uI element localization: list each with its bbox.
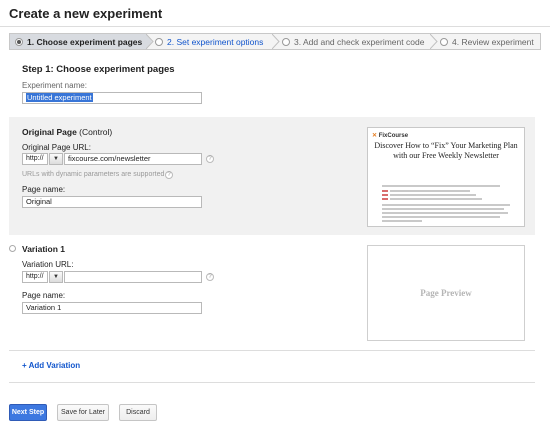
preview-bullet [382,190,388,192]
site-logo: ✕ FixCourse [372,132,408,139]
variation-url-input[interactable] [64,271,202,283]
dynamic-params-hint: URLs with dynamic parameters are support… [22,171,165,178]
experiment-name-value: Untitled experiment [26,93,93,102]
chevron-down-icon: ▼ [53,274,59,280]
help-icon[interactable]: ? [165,171,173,179]
save-for-later-button[interactable]: Save for Later [57,404,109,421]
variation-page-name-label: Page name: [22,291,66,300]
page-title: Create a new experiment [9,6,163,21]
step-choose-pages[interactable]: 1. Choose experiment pages [10,34,147,49]
step-label: 1. Choose experiment pages [27,36,143,47]
discard-button[interactable]: Discard [119,404,157,421]
original-page-name-input[interactable]: Original [22,196,202,208]
section-divider [9,382,535,383]
logo-text: FixCourse [378,133,409,139]
original-url-input[interactable]: fixcourse.com/newsletter [64,153,202,165]
preview-text-line [382,216,500,218]
step-review: 4. Review experiment [440,34,540,49]
variation-protocol-dropdown-button[interactable]: ▼ [49,271,63,283]
logo-icon: ✕ [372,133,378,139]
preview-text-line [382,204,510,206]
step-set-options[interactable]: 2. Set experiment options [155,34,283,49]
preview-text-line [382,220,422,222]
preview-headline: Discover How to “Fix” Your Marketing Pla… [374,141,518,160]
preview-bullet [382,194,388,196]
variation-url-label: Variation URL: [22,260,74,269]
original-page-name-label: Page name: [22,185,66,194]
preview-text-line [390,198,482,200]
variation-page-name-input[interactable]: Variation 1 [22,302,202,314]
preview-text-line [382,185,500,187]
original-page-title: Original Page (Control) [22,127,112,137]
original-page-preview: ✕ FixCourse Discover How to “Fix” Your M… [367,127,525,227]
variation-title: Variation 1 [22,244,65,254]
experiment-name-input[interactable]: Untitled experiment [22,92,202,104]
title-divider [0,26,550,27]
next-step-button[interactable]: Next Step [9,404,47,421]
step-chevron-icon [272,34,280,49]
add-variation-link[interactable]: + Add Variation [22,361,80,370]
preview-text-line [390,190,470,192]
experiment-name-label: Experiment name: [22,81,87,90]
original-page-title-suffix: (Control) [79,127,113,137]
step-label: 2. Set experiment options [167,36,264,47]
original-url-label: Original Page URL: [22,143,91,152]
preview-text-line [382,212,508,214]
section-divider [9,350,535,351]
original-page-title-text: Original Page [22,127,77,137]
preview-text-line [382,208,504,210]
preview-bullet [382,198,388,200]
step-label: 3. Add and check experiment code [294,36,425,47]
variation-radio-icon[interactable] [9,245,16,252]
variation-protocol-select[interactable]: http:// [22,271,48,283]
original-protocol-dropdown-button[interactable]: ▼ [49,153,63,165]
help-icon[interactable]: ? [206,273,214,281]
step-add-code: 3. Add and check experiment code [282,34,432,49]
step-radio-icon [440,37,448,46]
preview-text-line [390,194,476,196]
help-icon[interactable]: ? [206,155,214,163]
original-protocol-select[interactable]: http:// [22,153,48,165]
step-heading: Step 1: Choose experiment pages [22,64,175,75]
step-radio-icon [155,37,163,46]
chevron-down-icon: ▼ [53,156,59,162]
step-radio-icon [15,37,23,46]
variation-page-preview: Page Preview [367,245,525,341]
step-chevron-icon [430,34,438,49]
step-progress-bar: 1. Choose experiment pages 2. Set experi… [9,33,541,50]
step-label: 4. Review experiment [452,36,534,47]
step-radio-icon [282,37,290,46]
